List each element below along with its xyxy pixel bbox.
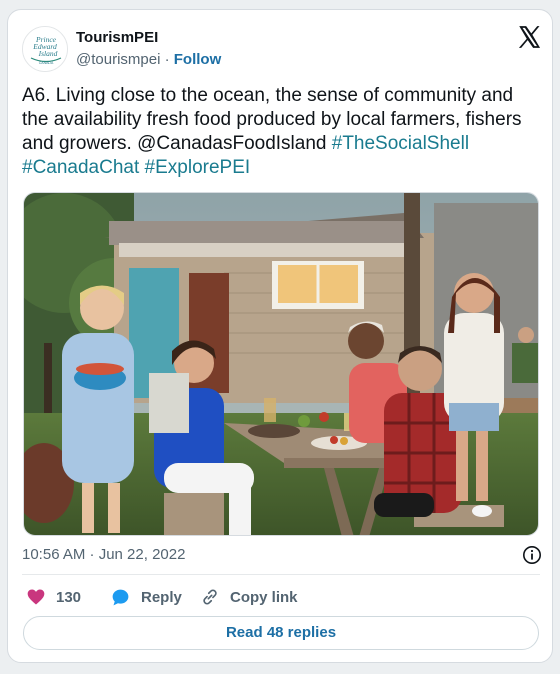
handle-row: @tourismpei · Follow bbox=[76, 51, 221, 68]
follow-link[interactable]: Follow bbox=[174, 51, 222, 68]
user-handle[interactable]: @tourismpei bbox=[76, 51, 160, 68]
tweet-timestamp[interactable]: 10:56 AM · Jun 22, 2022 bbox=[22, 546, 185, 563]
reply-bubble-icon bbox=[112, 589, 129, 605]
tweet-card: Prince Edward Island CANADA TourismPEI @… bbox=[7, 9, 553, 663]
logo-text: Island bbox=[38, 49, 58, 58]
info-icon[interactable] bbox=[522, 545, 542, 565]
link-icon bbox=[203, 589, 217, 605]
reply-label: Reply bbox=[141, 588, 182, 606]
reply-button[interactable]: Reply bbox=[110, 584, 182, 610]
copy-link-label: Copy link bbox=[230, 588, 298, 606]
outdoor-dinner-photo bbox=[24, 193, 538, 535]
pei-logo-icon: Prince Edward Island CANADA bbox=[23, 27, 67, 71]
read-replies-button[interactable]: Read 48 replies bbox=[23, 616, 539, 650]
x-logo-icon[interactable] bbox=[516, 24, 542, 50]
tweet-header: Prince Edward Island CANADA TourismPEI @… bbox=[22, 24, 542, 72]
tweet-actions: 130 Reply Copy link bbox=[22, 584, 542, 610]
avatar[interactable]: Prince Edward Island CANADA bbox=[22, 26, 68, 72]
logo-text: CANADA bbox=[39, 61, 54, 65]
divider bbox=[22, 574, 540, 575]
tweet-meta: 10:56 AM · Jun 22, 2022 bbox=[22, 545, 542, 565]
tweet-photo[interactable] bbox=[23, 192, 539, 536]
separator-dot: · bbox=[164, 51, 170, 68]
like-count: 130 bbox=[56, 588, 82, 606]
copy-link-button[interactable]: Copy link bbox=[200, 584, 298, 610]
tweet-text: A6. Living close to the ocean, the sense… bbox=[22, 84, 542, 180]
heart-icon bbox=[27, 589, 45, 605]
like-button[interactable]: 130 bbox=[26, 584, 81, 610]
display-name[interactable]: TourismPEI bbox=[76, 29, 158, 46]
